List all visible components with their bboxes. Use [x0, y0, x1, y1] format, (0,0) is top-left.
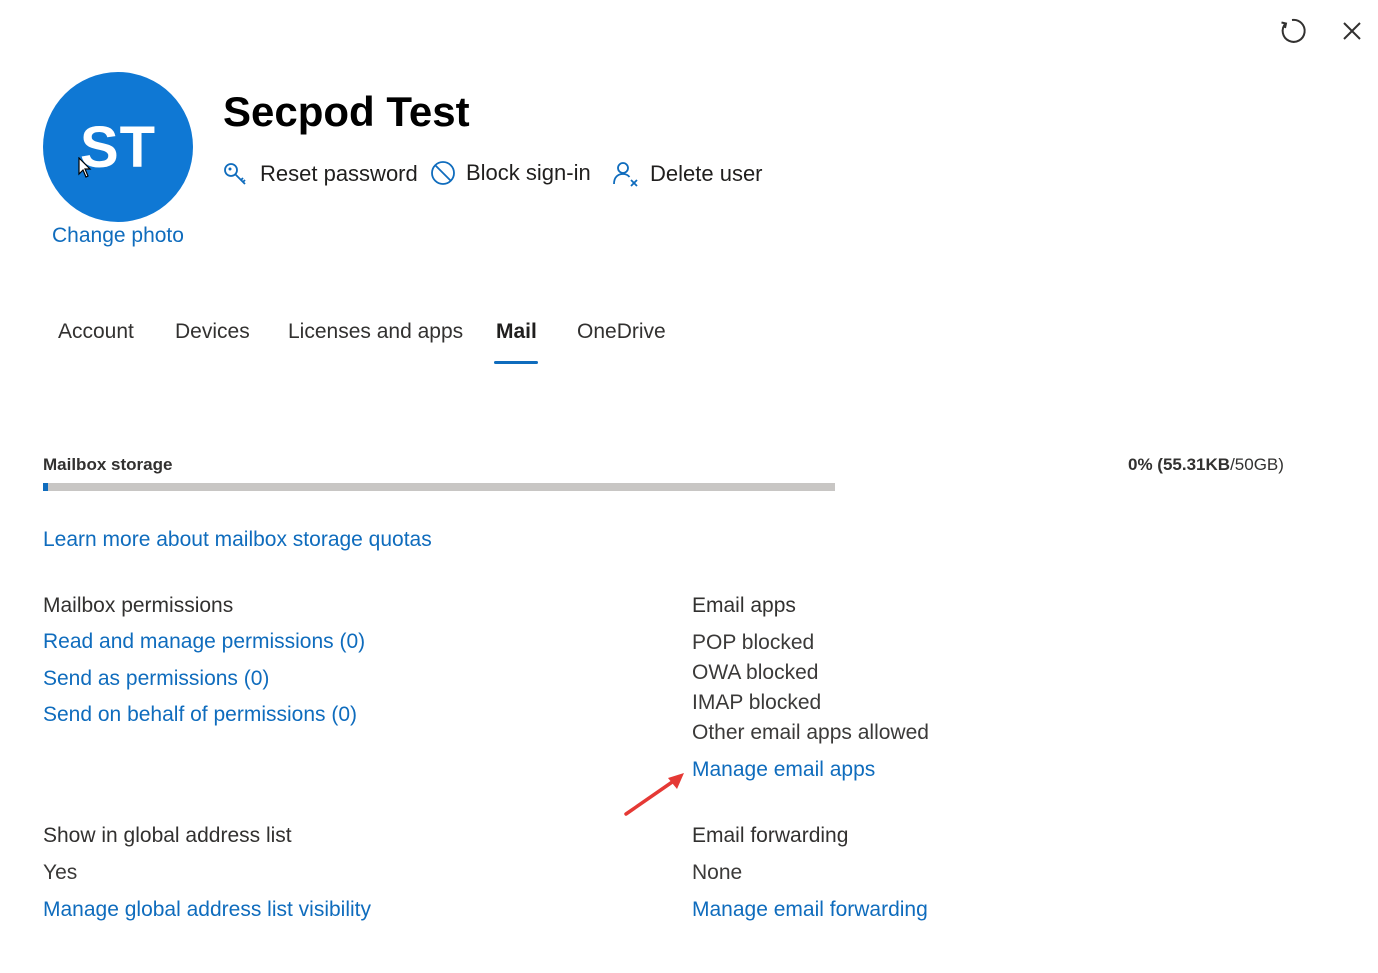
- tab-onedrive[interactable]: OneDrive: [577, 320, 666, 344]
- tab-mail[interactable]: Mail: [496, 320, 537, 344]
- global-address-list-heading: Show in global address list: [43, 824, 292, 847]
- email-apps-heading: Email apps: [692, 594, 796, 617]
- email-app-status: OWA blocked: [692, 661, 819, 684]
- close-icon[interactable]: [1336, 15, 1368, 47]
- reset-password-button[interactable]: Reset password: [222, 160, 418, 188]
- block-icon: [431, 161, 455, 185]
- global-address-list-value: Yes: [43, 861, 78, 884]
- storage-progress-track: [43, 483, 835, 491]
- mailbox-storage-total: /50GB): [1230, 455, 1284, 474]
- delete-user-icon: [613, 162, 638, 187]
- mailbox-storage-value: 0% (55.31KB/50GB): [1128, 455, 1284, 475]
- change-photo-link[interactable]: Change photo: [52, 224, 184, 248]
- email-app-status: Other email apps allowed: [692, 721, 929, 744]
- delete-user-label: Delete user: [650, 161, 763, 186]
- manage-email-forwarding-link[interactable]: Manage email forwarding: [692, 898, 928, 922]
- key-icon: [224, 163, 246, 185]
- reset-password-label: Reset password: [260, 161, 418, 186]
- tab-licenses-and-apps[interactable]: Licenses and apps: [288, 320, 463, 344]
- mailbox-permissions-heading: Mailbox permissions: [43, 594, 234, 617]
- active-tab-indicator: [494, 361, 538, 364]
- storage-progress-fill: [43, 483, 48, 491]
- mouse-cursor-icon: [78, 156, 94, 179]
- learn-more-storage-link[interactable]: Learn more about mailbox storage quotas: [43, 528, 432, 552]
- mailbox-storage-used: 0% (55.31KB: [1128, 455, 1231, 474]
- email-forwarding-heading: Email forwarding: [692, 824, 849, 847]
- page-title: Secpod Test: [223, 88, 470, 135]
- email-app-status: POP blocked: [692, 631, 815, 654]
- delete-user-button[interactable]: Delete user: [612, 160, 763, 188]
- email-forwarding-value: None: [692, 861, 743, 884]
- send-as-permissions-link[interactable]: Send as permissions (0): [43, 667, 269, 691]
- tab-devices[interactable]: Devices: [175, 320, 250, 344]
- block-sign-in-label: Block sign-in: [466, 160, 591, 185]
- mailbox-storage-label: Mailbox storage: [43, 455, 173, 474]
- tab-account[interactable]: Account: [58, 320, 134, 344]
- send-on-behalf-permissions-link[interactable]: Send on behalf of permissions (0): [43, 703, 357, 727]
- refresh-icon[interactable]: [1276, 15, 1308, 47]
- email-app-status: IMAP blocked: [692, 691, 822, 714]
- avatar[interactable]: ST: [43, 72, 193, 222]
- manage-email-apps-link[interactable]: Manage email apps: [692, 758, 875, 782]
- read-manage-permissions-link[interactable]: Read and manage permissions (0): [43, 630, 365, 654]
- block-sign-in-button[interactable]: Block sign-in: [430, 160, 591, 186]
- annotation-arrow-icon: [620, 768, 690, 820]
- manage-global-address-list-link[interactable]: Manage global address list visibility: [43, 898, 371, 922]
